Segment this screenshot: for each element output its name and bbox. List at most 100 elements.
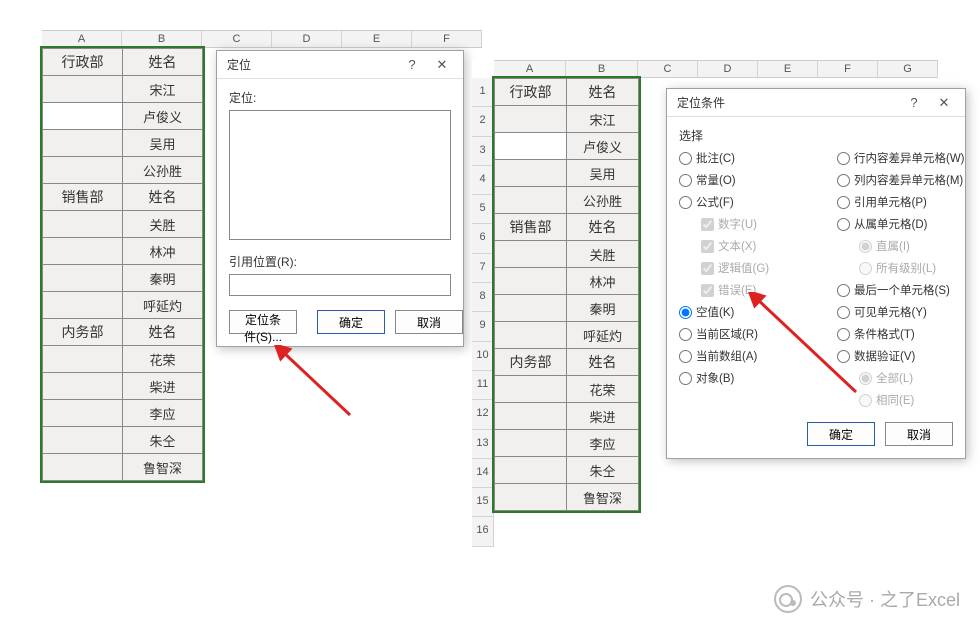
cell[interactable]: 柴进 <box>567 403 639 430</box>
col-header[interactable]: E <box>758 61 818 77</box>
row-header[interactable]: 11 <box>472 371 494 400</box>
cell[interactable] <box>43 130 123 157</box>
cell[interactable]: 朱仝 <box>567 457 639 484</box>
cell[interactable] <box>495 457 567 484</box>
col-header[interactable]: C <box>202 31 272 47</box>
cell[interactable]: 吴用 <box>567 160 639 187</box>
cell[interactable] <box>495 160 567 187</box>
row-header[interactable]: 4 <box>472 166 494 195</box>
col-header[interactable]: A <box>494 61 566 77</box>
cell[interactable] <box>495 133 567 160</box>
radio-input[interactable] <box>679 174 692 187</box>
cancel-button[interactable]: 取消 <box>395 310 463 334</box>
cell[interactable]: 内务部 <box>43 319 123 346</box>
cell[interactable] <box>495 295 567 322</box>
row-header[interactable]: 12 <box>472 400 494 429</box>
radio-option[interactable]: 空值(K) <box>679 304 829 320</box>
col-header[interactable]: F <box>412 31 482 47</box>
radio-input[interactable] <box>679 328 692 341</box>
radio-input[interactable] <box>679 196 692 209</box>
row-header[interactable]: 5 <box>472 195 494 224</box>
data-table-right[interactable]: 行政部姓名宋江卢俊义吴用公孙胜销售部姓名关胜林冲秦明呼延灼内务部姓名花荣柴进李应… <box>494 78 639 511</box>
cell[interactable]: 卢俊义 <box>123 103 203 130</box>
cell[interactable] <box>495 187 567 214</box>
cell[interactable]: 秦明 <box>567 295 639 322</box>
radio-input[interactable] <box>837 174 850 187</box>
col-header[interactable]: F <box>818 61 878 77</box>
row-header[interactable]: 3 <box>472 137 494 166</box>
radio-option[interactable]: 批注(C) <box>679 150 829 166</box>
radio-option[interactable]: 可见单元格(Y) <box>837 304 980 320</box>
help-icon[interactable]: ? <box>899 95 929 110</box>
col-header[interactable]: D <box>698 61 758 77</box>
cell[interactable]: 关胜 <box>123 211 203 238</box>
cell[interactable] <box>43 346 123 373</box>
cell[interactable]: 行政部 <box>43 49 123 76</box>
cell[interactable] <box>43 292 123 319</box>
cell[interactable]: 卢俊义 <box>567 133 639 160</box>
row-header[interactable]: 7 <box>472 254 494 283</box>
cell[interactable] <box>495 430 567 457</box>
cell[interactable]: 姓名 <box>567 79 639 106</box>
cell[interactable] <box>43 400 123 427</box>
cell[interactable] <box>495 241 567 268</box>
cell[interactable]: 朱仝 <box>123 427 203 454</box>
row-header[interactable]: 15 <box>472 488 494 517</box>
cell[interactable]: 关胜 <box>567 241 639 268</box>
cell[interactable]: 销售部 <box>43 184 123 211</box>
cell[interactable] <box>43 373 123 400</box>
special-button[interactable]: 定位条件(S)... <box>229 310 297 334</box>
cell[interactable]: 宋江 <box>567 106 639 133</box>
cell[interactable] <box>495 403 567 430</box>
radio-input[interactable] <box>837 196 850 209</box>
radio-input[interactable] <box>679 306 692 319</box>
row-header[interactable]: 16 <box>472 517 494 546</box>
row-header[interactable]: 9 <box>472 312 494 341</box>
cell[interactable]: 行政部 <box>495 79 567 106</box>
radio-input[interactable] <box>837 284 850 297</box>
cell[interactable] <box>43 238 123 265</box>
cell[interactable]: 柴进 <box>123 373 203 400</box>
radio-input[interactable] <box>837 350 850 363</box>
radio-input[interactable] <box>679 350 692 363</box>
radio-option[interactable]: 条件格式(T) <box>837 326 980 342</box>
col-header[interactable]: E <box>342 31 412 47</box>
col-header[interactable]: C <box>638 61 698 77</box>
ok-button[interactable]: 确定 <box>317 310 385 334</box>
radio-option[interactable]: 当前数组(A) <box>679 348 829 364</box>
cell[interactable]: 公孙胜 <box>123 157 203 184</box>
cell[interactable]: 呼延灼 <box>567 322 639 349</box>
ok-button[interactable]: 确定 <box>807 422 875 446</box>
cell[interactable] <box>43 103 123 130</box>
cell[interactable]: 李应 <box>123 400 203 427</box>
radio-option[interactable]: 从属单元格(D) <box>837 216 980 232</box>
radio-option[interactable]: 行内容差异单元格(W) <box>837 150 980 166</box>
close-icon[interactable]: ✕ <box>427 57 457 73</box>
radio-input[interactable] <box>837 218 850 231</box>
help-icon[interactable]: ? <box>397 57 427 72</box>
radio-option[interactable]: 最后一个单元格(S) <box>837 282 980 298</box>
col-header[interactable]: A <box>42 31 122 47</box>
col-header[interactable]: B <box>122 31 202 47</box>
cell[interactable]: 姓名 <box>567 214 639 241</box>
cell[interactable] <box>495 376 567 403</box>
cell[interactable] <box>43 454 123 481</box>
cell[interactable]: 秦明 <box>123 265 203 292</box>
radio-option[interactable]: 当前区域(R) <box>679 326 829 342</box>
row-header[interactable]: 10 <box>472 342 494 371</box>
cell[interactable]: 宋江 <box>123 76 203 103</box>
cell[interactable] <box>43 265 123 292</box>
row-header[interactable]: 2 <box>472 107 494 136</box>
row-header[interactable]: 8 <box>472 283 494 312</box>
radio-option[interactable]: 常量(O) <box>679 172 829 188</box>
radio-input[interactable] <box>837 152 850 165</box>
radio-input[interactable] <box>837 328 850 341</box>
cell[interactable]: 吴用 <box>123 130 203 157</box>
cell[interactable] <box>43 427 123 454</box>
radio-option[interactable]: 公式(F) <box>679 194 829 210</box>
cell[interactable]: 林冲 <box>123 238 203 265</box>
cell[interactable]: 花荣 <box>567 376 639 403</box>
cell[interactable]: 姓名 <box>123 184 203 211</box>
radio-option[interactable]: 对象(B) <box>679 370 829 386</box>
radio-input[interactable] <box>837 306 850 319</box>
